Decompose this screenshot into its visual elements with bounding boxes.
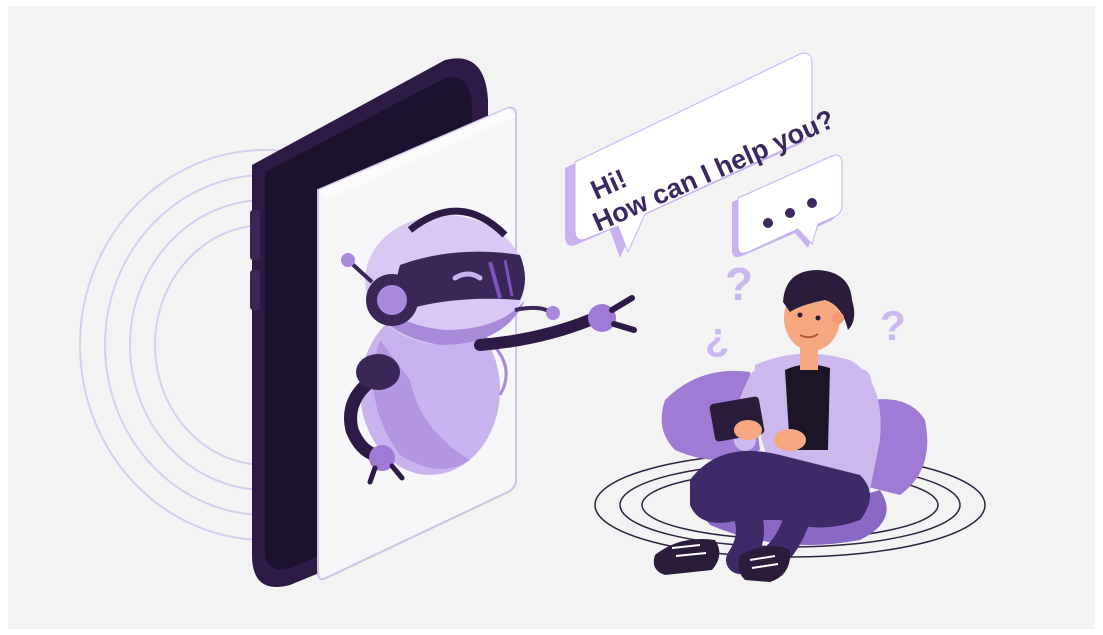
typing-dot-3 — [807, 198, 817, 208]
person-hand-right — [774, 429, 806, 451]
question-mark-icon-right: ? — [880, 302, 906, 349]
person-hand-left — [734, 420, 762, 440]
robot-antenna-tip — [341, 253, 355, 267]
phone-button-volume-down — [250, 270, 260, 310]
chatbot-illustration: Hi! How can I help you? ? ¿ ? — [79, 52, 986, 588]
typing-dot-2 — [785, 208, 795, 218]
typing-dot-1 — [763, 218, 773, 228]
inverted-question-mark-icon: ¿ — [705, 315, 729, 359]
illustration-frame: Hi! How can I help you? ? ¿ ? — [0, 0, 1103, 635]
phone-button-volume-up — [250, 210, 260, 260]
question-mark-icon: ? — [725, 258, 753, 310]
